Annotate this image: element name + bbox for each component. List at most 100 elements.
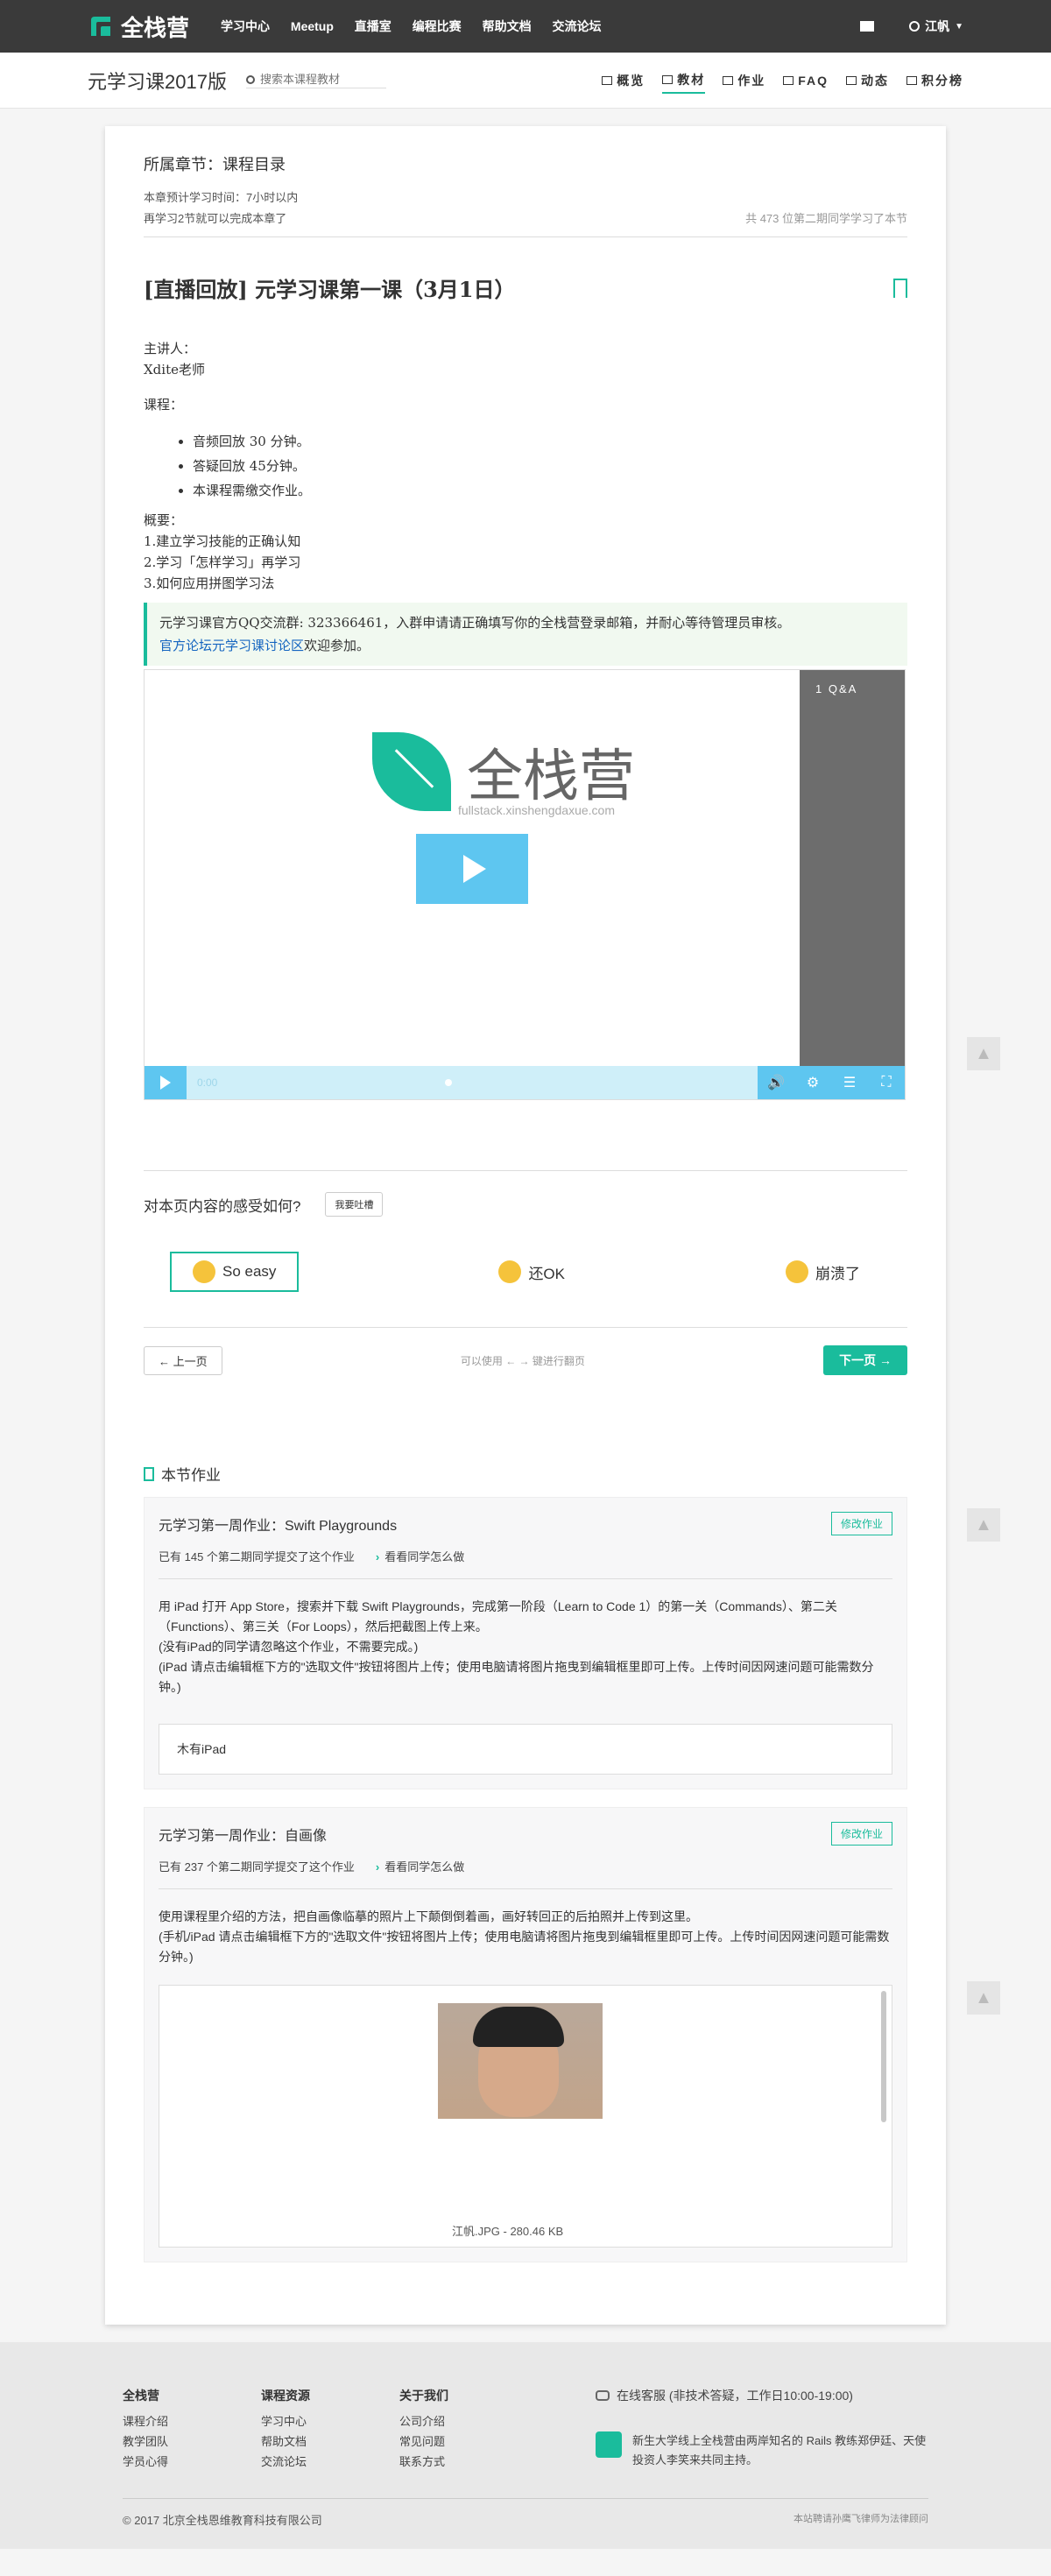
tab-faq[interactable]: FAQ: [783, 67, 829, 94]
homework-card: 元学习第一周作业：自画像 修改作业 已有 237 个第二期同学提交了这个作业 看…: [144, 1807, 907, 2262]
qa-panel[interactable]: 1 Q&A: [800, 670, 905, 1066]
footer-link[interactable]: 常见问题: [399, 2431, 538, 2452]
scroll-top-button[interactable]: ▲: [967, 1037, 1000, 1070]
footer-link[interactable]: 公司介绍: [399, 2411, 538, 2431]
choice-ok[interactable]: 还OK: [477, 1252, 586, 1292]
list-icon: [662, 75, 674, 84]
choice-label: So easy: [222, 1263, 277, 1280]
footer-link[interactable]: 联系方式: [399, 2452, 538, 2472]
homework-description: 使用课程里介绍的方法，把自画像临摹的照片上下颠倒倒着画，画好转回正的后拍照并上传…: [159, 1888, 892, 1967]
chevron-down-icon[interactable]: ▼: [955, 22, 963, 32]
learner-count: 共 473 位第二期同学学习了本节: [745, 212, 907, 225]
scrollbar[interactable]: [881, 1991, 886, 2122]
volume-icon[interactable]: 🔊: [758, 1066, 794, 1099]
see-classmates-link[interactable]: 看看同学怎么做: [376, 1548, 464, 1564]
fullscreen-icon[interactable]: ⛶: [868, 1066, 905, 1099]
search-input[interactable]: [259, 73, 374, 86]
list-item: 音频回放 30 分钟。: [193, 429, 907, 454]
intro-text: 新生大学线上全栈营由两岸知名的 Rails 教练郑伊廷、天使投资人李笑来共同主持…: [632, 2434, 927, 2467]
progress-handle[interactable]: [445, 1079, 453, 1086]
lesson-title: [直播回放] 元学习课第一课（3月1日）: [144, 272, 907, 303]
play-icon: [463, 855, 486, 883]
playlist-icon[interactable]: ☰: [831, 1066, 868, 1099]
summary-label: 概要：: [144, 512, 184, 528]
video-player[interactable]: 全栈营 fullstack.xinshengdaxue.com 1 Q&A 0:…: [144, 669, 906, 1100]
video-stage[interactable]: 全栈营 fullstack.xinshengdaxue.com: [145, 670, 801, 1066]
course-title[interactable]: 元学习课2017版: [88, 67, 227, 95]
tab-materials[interactable]: 教材: [662, 67, 706, 94]
edit-homework-button[interactable]: 修改作业: [830, 1822, 892, 1846]
see-classmates-link[interactable]: 看看同学怎么做: [376, 1858, 464, 1874]
tab-label: 作业: [737, 74, 766, 88]
summary-item: 1.建立学习技能的正确认知: [144, 533, 301, 549]
footer-link[interactable]: 交流论坛: [261, 2452, 399, 2472]
brand-icon: [596, 2431, 622, 2458]
tab-homework[interactable]: 作业: [723, 67, 765, 94]
homework-answer-image-box[interactable]: 江帆.JPG - 280.46 KB: [159, 1985, 892, 2248]
user-menu[interactable]: 江帆: [925, 18, 949, 35]
nav-contest[interactable]: 编程比赛: [413, 19, 462, 33]
tab-leaderboard[interactable]: 积分榜: [906, 67, 963, 94]
divider: [144, 236, 907, 237]
prev-page-button[interactable]: ← 上一页: [144, 1345, 222, 1375]
edit-homework-button[interactable]: 修改作业: [830, 1512, 892, 1535]
course-subnav: 元学习课2017版 概览 教材 作业 FAQ 动态 积分榜: [0, 53, 1051, 109]
complain-button[interactable]: 我要吐槽: [325, 1192, 384, 1217]
legal-note[interactable]: 本站聘请孙鹰飞律师为法律顾问: [794, 2511, 928, 2528]
next-page-button[interactable]: 下一页 →: [823, 1345, 907, 1375]
nav-meetup[interactable]: Meetup: [291, 19, 334, 33]
homework-header: 元学习第一周作业：Swift Playgrounds 修改作业: [159, 1512, 892, 1535]
online-service[interactable]: 在线客服 (非技术答疑，工作日10:00-19:00): [596, 2386, 928, 2405]
lecturer-block: 主讲人： Xdite老师: [144, 338, 907, 380]
tab-activity[interactable]: 动态: [846, 67, 889, 94]
homework-name: 元学习第一周作业：Swift Playgrounds: [159, 1518, 398, 1534]
play-button[interactable]: [145, 1066, 187, 1099]
big-play-button[interactable]: [416, 834, 528, 904]
notice-tail: 欢迎参加。: [304, 638, 370, 653]
course-label: 课程：: [144, 397, 184, 413]
star-icon: [906, 76, 917, 85]
footer-link[interactable]: 教学团队: [123, 2431, 261, 2452]
homework-header: 元学习第一周作业：自画像 修改作业: [159, 1822, 892, 1846]
list-item: 答疑回放 45分钟。: [193, 454, 907, 478]
mail-icon[interactable]: [860, 21, 875, 32]
brand-logo[interactable]: 全栈营: [88, 11, 189, 43]
summary-block: 概要： 1.建立学习技能的正确认知 2.学习「怎样学习」再学习 3.如何应用拼图…: [144, 510, 907, 594]
feedback-question-row: 对本页内容的感受如何? 我要吐槽: [144, 1192, 907, 1217]
forum-link[interactable]: 官方论坛元学习课讨论区: [159, 638, 304, 653]
nav-forum[interactable]: 交流论坛: [552, 19, 601, 33]
prev-label: 上一页: [173, 1354, 208, 1368]
homework-stats: 已有 237 个第二期同学提交了这个作业 看看同学怎么做: [159, 1858, 892, 1874]
tab-overview[interactable]: 概览: [602, 67, 645, 94]
search-icon: [245, 74, 255, 84]
scroll-top-button[interactable]: ▲: [967, 1508, 1000, 1542]
choice-crash[interactable]: 崩溃了: [765, 1252, 881, 1292]
pager-hint: 可以使用 ← → 键进行翻页: [460, 1354, 585, 1367]
self-portrait-photo[interactable]: [438, 2003, 603, 2119]
user-area: 江帆 ▼: [860, 18, 963, 35]
footer-link[interactable]: 课程介绍: [123, 2411, 261, 2431]
footer-col-title: 课程资源: [261, 2389, 310, 2403]
homework-answer[interactable]: 木有iPad: [159, 1724, 892, 1775]
gear-icon[interactable]: ⚙: [794, 1066, 831, 1099]
crying-icon: [786, 1260, 808, 1283]
tag-icon: [846, 76, 857, 85]
nav-help-docs[interactable]: 帮助文档: [483, 19, 532, 33]
footer-link[interactable]: 帮助文档: [261, 2431, 399, 2452]
summary-item: 2.学习「怎样学习」再学习: [144, 554, 301, 570]
grin-icon: [498, 1260, 522, 1283]
footer-link[interactable]: 学员心得: [123, 2452, 261, 2472]
bookmark-icon[interactable]: [893, 278, 907, 298]
footer-link[interactable]: 学习中心: [261, 2411, 399, 2431]
scroll-top-button[interactable]: ▲: [967, 1981, 1000, 2015]
footer-col: 课程资源 学习中心 帮助文档 交流论坛: [261, 2386, 399, 2472]
footer-intro: 新生大学线上全栈营由两岸知名的 Rails 教练郑伊廷、天使投资人李笑来共同主持…: [596, 2431, 928, 2470]
nav-learning-center[interactable]: 学习中心: [221, 19, 270, 33]
choice-label: 崩溃了: [815, 1265, 860, 1282]
chapter-label[interactable]: 所属章节：课程目录: [144, 152, 907, 175]
footer-col-title: 全栈营: [123, 2389, 159, 2403]
top-navbar: 全栈营 学习中心 Meetup 直播室 编程比赛 帮助文档 交流论坛 江帆 ▼: [0, 0, 1051, 53]
user-icon: [909, 21, 921, 32]
nav-live-room[interactable]: 直播室: [355, 19, 391, 33]
choice-easy[interactable]: So easy: [170, 1252, 300, 1292]
